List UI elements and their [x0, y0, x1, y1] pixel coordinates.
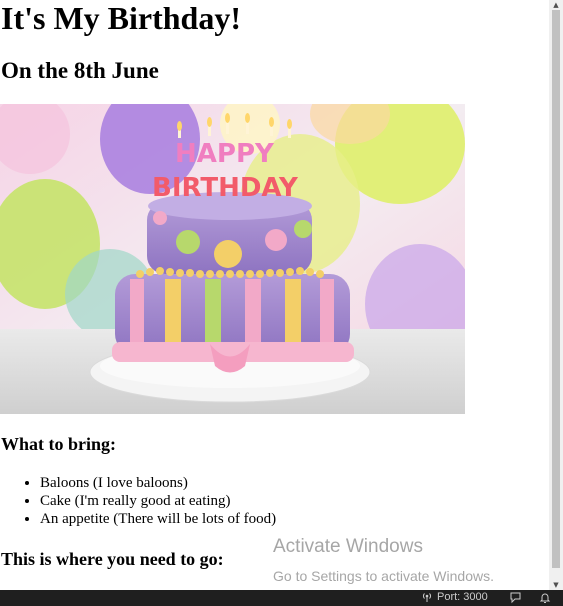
- birthday-cake-image: HAPPY BIRTHDAY: [0, 104, 465, 414]
- scrollbar-thumb[interactable]: [552, 10, 560, 568]
- scroll-up-arrow-icon[interactable]: ▲: [549, 0, 563, 10]
- feedback-icon[interactable]: [509, 591, 522, 604]
- scroll-down-arrow-icon[interactable]: ▼: [549, 580, 563, 590]
- what-to-bring-heading: What to bring:: [1, 434, 117, 454]
- list-item: Cake (I'm really good at eating): [40, 492, 276, 510]
- cake-happy-text: HAPPY: [175, 139, 275, 169]
- port-indicator[interactable]: Port: 3000: [421, 591, 488, 603]
- watermark-subtitle: Go to Settings to activate Windows.: [273, 568, 494, 584]
- broadcast-icon: [422, 593, 432, 602]
- where-to-go-heading: This is where you need to go:: [1, 549, 224, 569]
- vertical-scrollbar[interactable]: ▲ ▼: [549, 0, 563, 590]
- activate-windows-watermark: Activate Windows Go to Settings to activ…: [273, 536, 494, 585]
- page-title: It's My Birthday!: [1, 0, 241, 36]
- watermark-title: Activate Windows: [273, 536, 423, 557]
- page-subtitle: On the 8th June: [1, 58, 159, 83]
- status-bar: Port: 3000: [0, 590, 563, 606]
- bell-icon[interactable]: [539, 591, 551, 604]
- bring-list: Baloons (I love baloons) Cake (I'm reall…: [0, 474, 276, 528]
- cake-birthday-text: BIRTHDAY: [152, 173, 299, 203]
- list-item: An appetite (There will be lots of food): [40, 510, 276, 528]
- port-label: Port: 3000: [437, 591, 488, 603]
- list-item: Baloons (I love baloons): [40, 474, 276, 492]
- browser-viewport: It's My Birthday! On the 8th June HAPPY …: [0, 0, 549, 590]
